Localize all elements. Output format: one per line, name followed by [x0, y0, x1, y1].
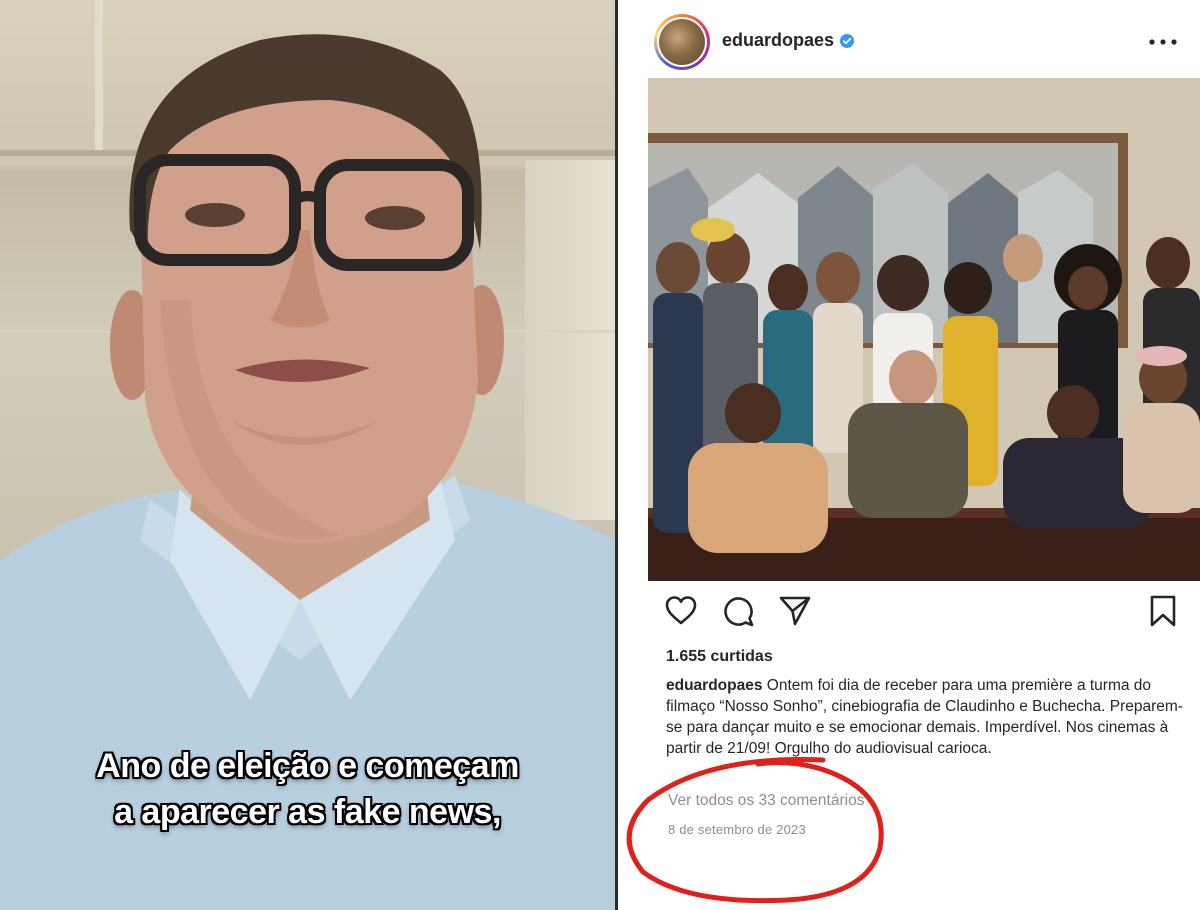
heart-icon[interactable] [664, 594, 698, 628]
more-options-icon[interactable] [1148, 38, 1178, 46]
comment-icon[interactable] [721, 594, 755, 628]
post-header: eduardopaes [618, 0, 1200, 80]
post-photo[interactable] [648, 78, 1200, 581]
like-count[interactable]: 1.655 curtidas [666, 648, 773, 666]
video-frame: Ano de eleição e começam a aparecer as f… [0, 0, 615, 910]
caption-username[interactable]: eduardopaes [666, 677, 762, 694]
post-actions [618, 594, 1200, 634]
post-caption: eduardopaes Ontem foi dia de receber par… [666, 675, 1186, 759]
story-avatar[interactable] [654, 14, 710, 70]
group-photo-illustration [648, 78, 1200, 581]
avatar-photo [659, 19, 705, 65]
subtitle-line-1: Ano de eleição e começam [96, 747, 519, 785]
paper-plane-icon[interactable] [778, 594, 812, 628]
post-username[interactable]: eduardopaes [722, 30, 834, 51]
instagram-post: eduardopaes 1.655 curtidas eduardopaes O… [618, 0, 1200, 910]
avatar [657, 17, 707, 67]
verified-badge-icon [840, 34, 854, 48]
view-comments-link[interactable]: Ver todos os 33 comentários [668, 792, 864, 810]
bookmark-icon[interactable] [1146, 594, 1180, 628]
subtitle-line-2: a aparecer as fake news, [114, 793, 501, 831]
post-date: 8 de setembro de 2023 [668, 822, 806, 837]
